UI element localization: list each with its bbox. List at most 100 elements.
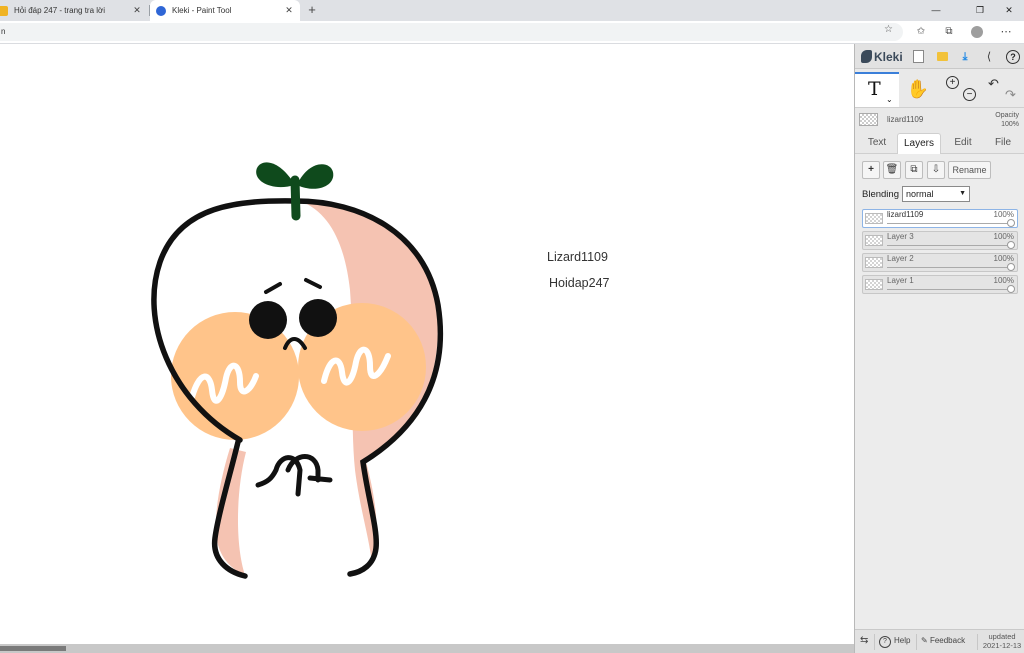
add-layer-button[interactable]: + xyxy=(862,161,880,179)
footer-divider xyxy=(916,634,917,650)
profile-avatar-icon[interactable] xyxy=(969,24,985,40)
zoom-in-icon[interactable]: + xyxy=(946,76,959,89)
layer-opacity: 100% xyxy=(993,254,1014,263)
sprout-stem xyxy=(290,175,301,221)
tab-file[interactable]: File xyxy=(983,133,1023,154)
left-eye xyxy=(249,301,287,339)
sprout-left-leaf xyxy=(256,162,295,188)
opacity-label: Opacity xyxy=(995,112,1019,119)
swap-side-icon[interactable]: ⇆ xyxy=(860,635,868,646)
layer-thumbnail xyxy=(865,213,883,224)
tab-close-icon[interactable]: ✕ xyxy=(282,5,296,16)
feedback-label: Feedback xyxy=(929,636,966,645)
undo-icon[interactable]: ↶ xyxy=(988,76,999,92)
canvas-text-hoidap: Hoidap247 xyxy=(549,276,610,290)
hoidap-favicon-icon xyxy=(0,5,8,16)
updated-label: updated xyxy=(988,632,1016,641)
tab-layers[interactable]: Layers xyxy=(897,133,941,154)
text-tool-button[interactable]: T ⌄ xyxy=(855,72,899,107)
help-link[interactable]: ? Help xyxy=(879,636,910,648)
layer-row-layer-1[interactable]: Layer 1 100% xyxy=(862,275,1018,294)
panel-tabs: Text Layers Edit File xyxy=(855,132,1024,154)
window-minimize-button[interactable]: — xyxy=(923,0,949,21)
more-menu-icon[interactable]: ⋯ xyxy=(998,24,1014,40)
layer-opacity-slider[interactable] xyxy=(887,267,1007,268)
canvas-horizontal-scrollbar[interactable] xyxy=(0,644,854,653)
layer-opacity-slider[interactable] xyxy=(887,289,1007,290)
layer-opacity: 100% xyxy=(993,210,1014,219)
help-circle-icon: ? xyxy=(879,636,891,648)
layer-opacity-knob[interactable] xyxy=(1007,219,1015,227)
opacity-value: 100% xyxy=(1001,121,1019,128)
updated-date: 2021-12-13 xyxy=(982,641,1022,650)
footer-divider xyxy=(977,634,978,650)
collections-icon[interactable]: ⧉ xyxy=(941,24,957,40)
kleki-side-panel: Kleki ⤓ ⟨ ? T ⌄ ✋ + − ↶ ↷ lizard1109 Opa… xyxy=(854,44,1024,653)
kleki-logo-text: Kleki xyxy=(874,49,903,64)
tab-title: Kleki - Paint Tool xyxy=(172,6,232,15)
layer-opacity: 100% xyxy=(993,276,1014,285)
merge-layer-icon[interactable]: ⇩ xyxy=(927,161,945,179)
duplicate-layer-icon[interactable]: ⧉ xyxy=(905,161,923,179)
address-input[interactable]: n xyxy=(0,23,903,41)
tab-close-icon[interactable]: ✕ xyxy=(130,5,144,16)
layer-thumbnail xyxy=(865,279,883,290)
layer-opacity-knob[interactable] xyxy=(1007,241,1015,249)
tab-text[interactable]: Text xyxy=(857,133,897,154)
download-icon[interactable]: ⤓ xyxy=(957,49,973,65)
tool-row: T ⌄ ✋ + − ↶ ↷ xyxy=(855,70,1024,108)
panel-footer: ⇆ ? Help ✎ Feedback updated 2021-12-13 xyxy=(855,629,1024,653)
window-restore-button[interactable]: ❐ xyxy=(967,0,993,21)
rename-button[interactable]: Rename xyxy=(948,161,991,179)
share-icon[interactable]: ⟨ xyxy=(981,49,997,65)
current-layer-thumbnail xyxy=(859,113,878,126)
layer-opacity-knob[interactable] xyxy=(1007,285,1015,293)
open-folder-icon[interactable] xyxy=(934,49,950,65)
feedback-link[interactable]: ✎ Feedback xyxy=(921,636,965,645)
scrollbar-thumb[interactable] xyxy=(0,646,66,651)
zoom-out-icon[interactable]: − xyxy=(963,88,976,101)
blending-label: Blending xyxy=(862,189,899,200)
layer-name: Layer 3 xyxy=(887,232,914,241)
kleki-top-bar: Kleki ⤓ ⟨ ? xyxy=(855,44,1024,69)
layer-name: Layer 2 xyxy=(887,254,914,263)
help-icon[interactable]: ? xyxy=(1005,49,1021,65)
current-layer-name: lizard1109 xyxy=(887,115,924,124)
kleki-favicon-icon xyxy=(156,5,166,16)
kleki-logo-icon xyxy=(861,50,872,63)
tab-edit[interactable]: Edit xyxy=(943,133,983,154)
favorite-star-icon[interactable]: ☆ xyxy=(884,24,893,35)
kleki-logo: Kleki xyxy=(861,49,903,64)
new-tab-button[interactable]: + xyxy=(304,2,320,18)
layers-panel: + 🗑 ⧉ ⇩ Rename Blending normal ▼ lizard1… xyxy=(855,154,1024,629)
layer-row-lizard1109[interactable]: lizard1109 100% xyxy=(862,209,1018,228)
text-tool-icon: T xyxy=(868,78,881,100)
chevron-down-icon[interactable]: ⌄ xyxy=(886,95,893,104)
layer-opacity-knob[interactable] xyxy=(1007,263,1015,271)
new-image-icon[interactable] xyxy=(910,49,926,65)
layer-name: Layer 1 xyxy=(887,276,914,285)
favorites-icon[interactable]: ✩ xyxy=(913,24,929,40)
layer-opacity-slider[interactable] xyxy=(887,223,1007,224)
browser-tab-kleki[interactable]: Kleki - Paint Tool ✕ xyxy=(150,0,300,21)
window-close-button[interactable]: ✕ xyxy=(996,0,1022,21)
opacity-readout: Opacity 100% xyxy=(995,111,1019,129)
drawing-canvas[interactable]: Lizard1109 Hoidap247 xyxy=(0,44,854,644)
delete-layer-icon[interactable]: 🗑 xyxy=(883,161,901,179)
footer-divider xyxy=(874,634,875,650)
layer-thumbnail xyxy=(865,257,883,268)
layer-thumbnail xyxy=(865,235,883,246)
layer-name: lizard1109 xyxy=(887,210,924,219)
layer-opacity-slider[interactable] xyxy=(887,245,1007,246)
current-layer-header: lizard1109 Opacity 100% xyxy=(855,109,1024,133)
redo-icon[interactable]: ↷ xyxy=(1005,87,1016,103)
blending-select[interactable]: normal ▼ xyxy=(902,186,970,202)
hand-tool-icon[interactable]: ✋ xyxy=(905,76,931,102)
layer-opacity: 100% xyxy=(993,232,1014,241)
sprout-right-leaf xyxy=(297,164,334,189)
browser-tab-hoidap[interactable]: Hỏi đáp 247 - trang tra lời ✕ xyxy=(0,0,148,21)
layer-row-layer-2[interactable]: Layer 2 100% xyxy=(862,253,1018,272)
layer-row-layer-3[interactable]: Layer 3 100% xyxy=(862,231,1018,250)
blending-value: normal xyxy=(906,189,934,199)
updated-info[interactable]: updated 2021-12-13 xyxy=(981,632,1023,650)
